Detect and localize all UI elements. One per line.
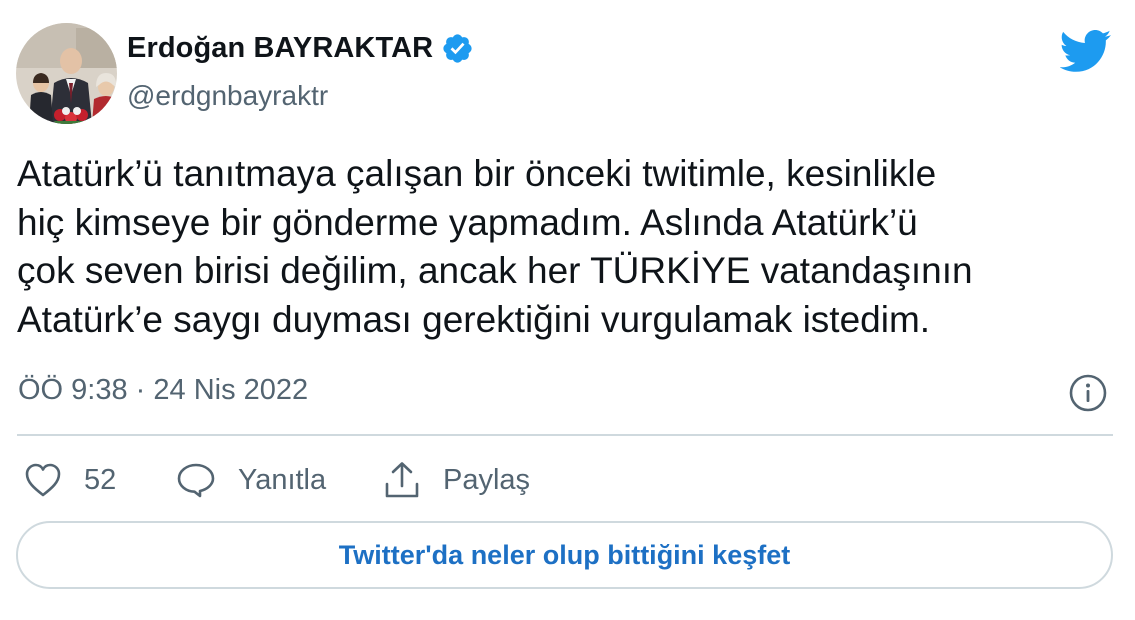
speech-bubble-icon — [177, 463, 215, 498]
tweet-text-line: çok seven birisi değilim, ancak her TÜRK… — [17, 250, 973, 291]
info-icon[interactable] — [1068, 373, 1108, 413]
author-display-name[interactable]: Erdoğan BAYRAKTAR — [127, 32, 433, 65]
tweet-card: Erdoğan BAYRAKTAR @erdgnbayraktr Atatürk… — [0, 0, 1135, 620]
twitter-bird-icon[interactable] — [1059, 30, 1112, 72]
tweet-text-line: Atatürk’e saygı duyması gerektiğini vurg… — [17, 298, 931, 340]
explore-button-label: Twitter'da neler olup bittiğini keşfet — [338, 539, 791, 570]
reply-label: Yanıtla — [238, 463, 327, 496]
tweet-text-line: hiç kimseye bir gönderme yapmadım. Aslın… — [17, 201, 918, 243]
reply-button[interactable]: Yanıtla — [176, 455, 326, 505]
like-button[interactable]: 52 — [24, 455, 116, 505]
tweet-text: Atatürk’ü tanıtmaya çalışan bir önceki t… — [17, 150, 1117, 344]
verified-badge-icon — [441, 32, 474, 65]
author-display-name-row[interactable]: Erdoğan BAYRAKTAR — [127, 32, 474, 65]
heart-icon — [25, 463, 61, 497]
share-label: Paylaş — [443, 463, 531, 496]
tweet-text-line: Atatürk’ü tanıtmaya çalışan bir önceki t… — [17, 153, 937, 194]
author-handle[interactable]: @erdgnbayraktr — [127, 80, 328, 112]
avatar[interactable] — [16, 23, 117, 124]
tweet-actions-bar: 52 Yanıtla Paylaş — [0, 455, 1135, 505]
avatar-photo — [16, 23, 117, 124]
like-count: 52 — [84, 463, 117, 496]
share-upload-icon — [385, 462, 419, 498]
explore-twitter-button[interactable]: Twitter'da neler olup bittiğini keşfet — [16, 521, 1113, 589]
share-button[interactable]: Paylaş — [383, 455, 530, 505]
tweet-timestamp[interactable]: ÖÖ 9:38 · 24 Nis 2022 — [18, 374, 308, 407]
divider — [17, 434, 1113, 436]
